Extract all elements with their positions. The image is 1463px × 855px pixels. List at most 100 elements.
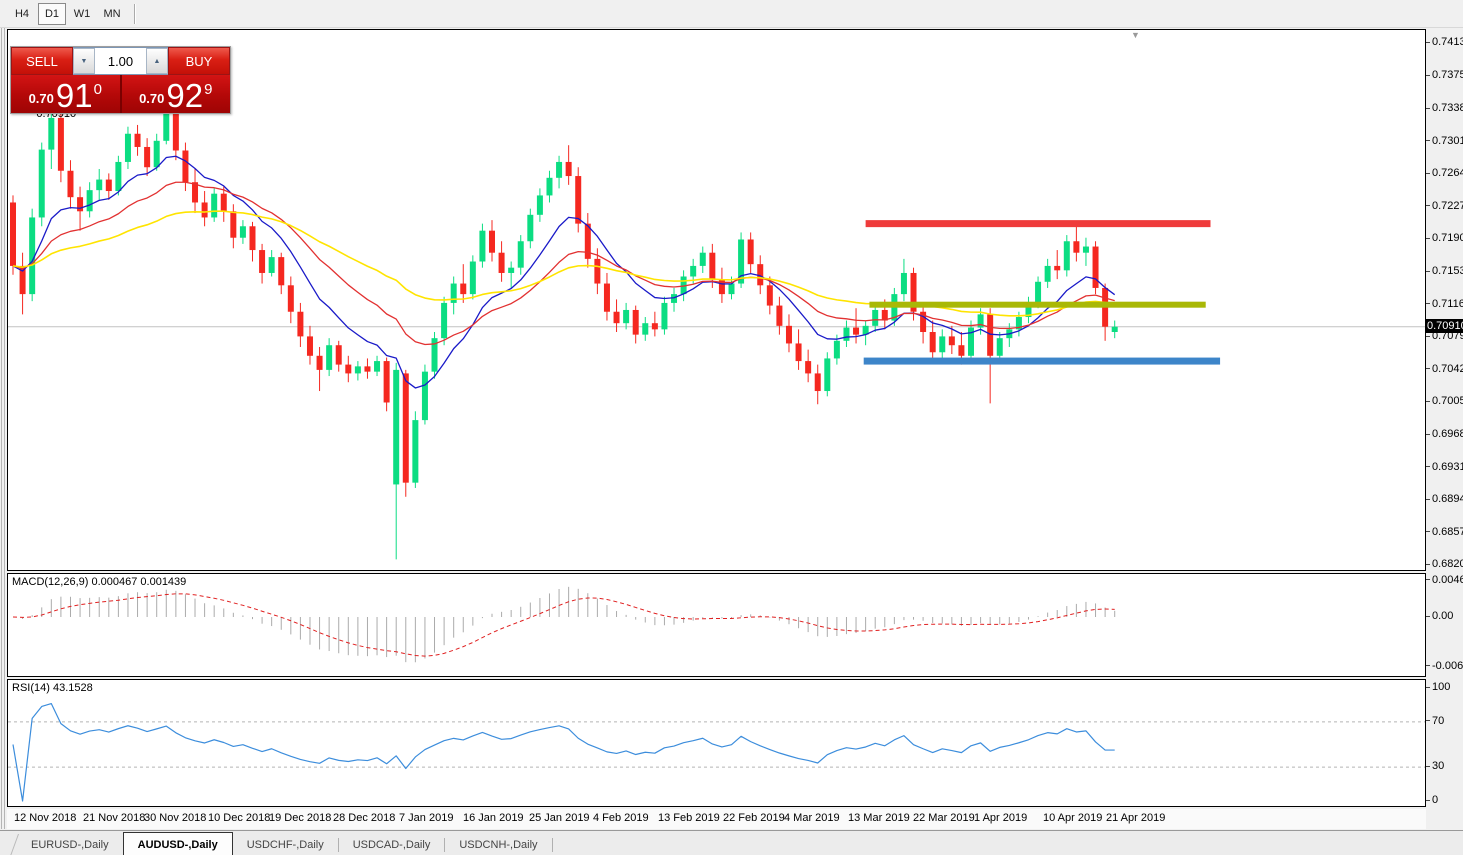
- tick-dash: [1426, 466, 1430, 468]
- tick-label: 0.69310: [1432, 460, 1463, 473]
- tick-label: 0.68570: [1432, 525, 1463, 538]
- chart-shift-marker-icon[interactable]: ▼: [1131, 30, 1140, 40]
- macd-chart: [12, 586, 1116, 663]
- price-tick: 0.69680: [1426, 428, 1463, 440]
- date-axis[interactable]: 12 Nov 2018 21 Nov 2018 30 Nov 2018 10 Dec …: [7, 809, 1426, 829]
- date-tick-label: 21 Nov 2018: [83, 812, 146, 824]
- timeframe-button-w1[interactable]: W1: [68, 3, 96, 25]
- volume-input[interactable]: 1.00: [95, 48, 146, 74]
- tick-label: 0.69680: [1432, 428, 1463, 441]
- buy-button[interactable]: BUY: [168, 47, 230, 75]
- price-tick: 0.70050: [1426, 395, 1463, 407]
- tab-audusd-daily[interactable]: AUDUSD-,Daily: [122, 832, 233, 855]
- macd-tick: 0.00: [1426, 610, 1453, 622]
- tick-label: 0.74130: [1432, 36, 1463, 48]
- price-tick: 0.73750: [1426, 69, 1463, 81]
- price-tick: 0.69310: [1426, 461, 1463, 473]
- tick-dash: [1426, 303, 1430, 305]
- price-scale-column[interactable]: 0.74130 0.73750 0.73380 0.73010 0.72640 0.722…: [1426, 29, 1463, 829]
- sell-price-prefix: 0.70: [28, 91, 54, 106]
- splitter-ridge: [1, 28, 2, 829]
- price-tick: 0.74130: [1426, 36, 1463, 48]
- volume-decrease-icon[interactable]: ▼: [73, 48, 95, 74]
- timeframe-toolbar: H4 D1 W1 MN: [0, 0, 1463, 28]
- tab-usdcad-daily[interactable]: USDCAD-,Daily: [339, 834, 445, 855]
- price-tick: 0.71530: [1426, 265, 1463, 277]
- tick-dash: [1426, 615, 1430, 617]
- tick-dash: [1426, 433, 1430, 435]
- rsi-tick: 70: [1426, 715, 1444, 727]
- buy-price-big: 92: [166, 77, 204, 114]
- tick-dash: [1426, 172, 1430, 174]
- rsi-tick: 0: [1426, 794, 1438, 806]
- date-tick-label: 30 Nov 2018: [144, 812, 207, 824]
- buy-price-box[interactable]: 0.70 92 9: [121, 75, 230, 114]
- price-tick: 0.73380: [1426, 102, 1463, 114]
- tick-label: 0.73010: [1432, 134, 1463, 147]
- tick-dash: [1426, 799, 1430, 801]
- tick-label: 0.70050: [1432, 395, 1463, 408]
- date-tick-label: 13 Mar 2019: [848, 812, 910, 824]
- price-tick: 0.71900: [1426, 232, 1463, 244]
- tick-label: 0.73750: [1432, 69, 1463, 82]
- tick-label: 0.72640: [1432, 167, 1463, 180]
- rsi-label: RSI(14) 43.1528: [12, 682, 93, 694]
- tick-label: 0.72270: [1432, 199, 1463, 212]
- ma-mid-line: [12, 181, 1115, 346]
- price-tick: 0.73010: [1426, 135, 1463, 147]
- one-click-trading-widget: SELL ▼ 1.00 ▲ BUY 0.70 91 0 0.70 92 9: [10, 46, 231, 114]
- tick-dash: [1426, 400, 1430, 402]
- price-tick: 0.68570: [1426, 526, 1463, 538]
- tick-label: 0.73380: [1432, 102, 1463, 115]
- tick-dash: [1426, 74, 1430, 76]
- date-tick-label: 22 Mar 2019: [913, 812, 975, 824]
- sell-button[interactable]: SELL: [11, 47, 73, 75]
- ma-fast-line: [12, 155, 1116, 389]
- tick-dash: [1426, 498, 1430, 500]
- resistance-level-line[interactable]: [865, 220, 1211, 228]
- tick-dash: [1426, 368, 1430, 370]
- date-tick-label: 12 Nov 2018: [14, 812, 77, 824]
- sell-price-sup: 0: [93, 81, 102, 98]
- tick-label: -0.00639: [1432, 659, 1463, 672]
- tab-eurusd-daily[interactable]: EURUSD-,Daily: [17, 834, 123, 855]
- tab-usdchf-daily[interactable]: USDCHF-,Daily: [233, 834, 338, 855]
- tab-usdcnh-daily[interactable]: USDCNH-,Daily: [445, 834, 551, 855]
- tick-dash: [1426, 270, 1430, 272]
- tick-label: 0.71530: [1432, 265, 1463, 278]
- tick-label: 30: [1432, 760, 1445, 773]
- tick-dash: [1426, 563, 1430, 565]
- macd-tick: -0.00639: [1426, 660, 1463, 672]
- date-tick-label: 10 Apr 2019: [1043, 812, 1103, 824]
- buy-price-sup: 9: [204, 81, 213, 98]
- timeframe-button-h4[interactable]: H4: [8, 3, 36, 25]
- date-tick-label: 21 Apr 2019: [1106, 812, 1166, 824]
- date-tick-label: 19 Dec 2018: [269, 812, 332, 824]
- timeframe-button-d1[interactable]: D1: [38, 2, 66, 25]
- sell-price-big: 91: [55, 77, 93, 114]
- price-tick: 0.72270: [1426, 200, 1463, 212]
- tick-dash: [1426, 579, 1430, 581]
- date-tick-label: 25 Jan 2019: [529, 812, 590, 824]
- price-tick: 0.68940: [1426, 493, 1463, 505]
- chart-tab-bar: EURUSD-,Daily AUDUSD-,Daily USDCHF-,Daily U…: [0, 830, 1463, 855]
- tick-label: 0.71160: [1432, 297, 1463, 310]
- tick-label: 0: [1432, 794, 1439, 806]
- tick-label: 0.004694: [1432, 573, 1463, 586]
- support-level-line[interactable]: [863, 357, 1221, 365]
- tick-dash: [1426, 686, 1430, 688]
- volume-increase-icon[interactable]: ▲: [146, 48, 168, 74]
- price-tick: 0.68200: [1426, 558, 1463, 570]
- tick-dash: [1426, 237, 1430, 239]
- tick-label: 0.68940: [1432, 493, 1463, 506]
- left-splitter[interactable]: [0, 28, 7, 829]
- tick-dash: [1426, 335, 1430, 337]
- macd-indicator-panel[interactable]: MACD(12,26,9) 0.000467 0.001439: [7, 573, 1426, 677]
- timeframe-button-mn[interactable]: MN: [98, 3, 126, 25]
- macd-histogram: [22, 586, 1116, 663]
- rsi-indicator-panel[interactable]: RSI(14) 43.1528: [7, 679, 1426, 807]
- tick-dash: [1426, 531, 1430, 533]
- sell-price-box[interactable]: 0.70 91 0: [11, 75, 120, 113]
- pivot-level-line[interactable]: [869, 301, 1206, 308]
- price-tick: 0.71160: [1426, 298, 1463, 310]
